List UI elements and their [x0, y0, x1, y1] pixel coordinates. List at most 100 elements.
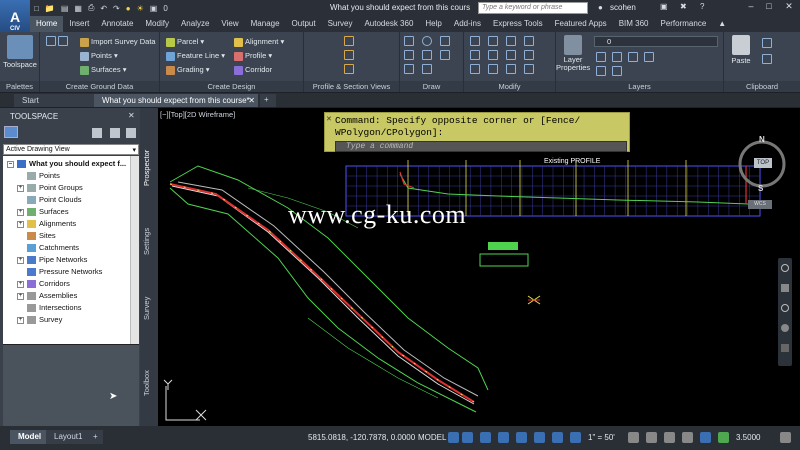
surfaces-button[interactable]: Surfaces ▾ [80, 64, 126, 75]
tin-icon[interactable] [58, 36, 68, 46]
pan-icon[interactable] [781, 284, 789, 292]
tree-item-points[interactable]: Points [17, 170, 60, 182]
tree-item-catchments[interactable]: Catchments [17, 242, 79, 254]
tab-modify[interactable]: Modify [139, 16, 175, 32]
model-space-toggle[interactable]: MODEL [418, 433, 446, 442]
help-icon[interactable]: ? [700, 2, 704, 11]
viewport-controls[interactable]: [−][Top][2D Wireframe] [160, 110, 235, 119]
tree-item-pressure-networks[interactable]: Pressure Networks [17, 266, 102, 278]
customization-icon[interactable] [780, 432, 791, 443]
corridor-button[interactable]: Corridor [234, 64, 272, 75]
expand-icon[interactable]: + [17, 184, 24, 192]
array-icon[interactable] [506, 64, 516, 74]
tab-toolbox[interactable]: Toolbox [142, 360, 156, 406]
line-icon[interactable] [404, 36, 414, 46]
layer-previous-icon[interactable] [612, 66, 622, 76]
compass-south[interactable]: S [758, 184, 763, 193]
current-drawing-tab[interactable]: What you should expect from this course*… [94, 94, 258, 107]
maximize-icon[interactable]: □ [760, 1, 778, 14]
expand-icon[interactable]: + [17, 220, 24, 228]
tree-item-corridors[interactable]: + Corridors [17, 278, 70, 290]
toolspace-tool-icon-1[interactable] [92, 128, 102, 138]
lineweight-icon[interactable] [534, 432, 545, 443]
tree-item-point-clouds[interactable]: Point Clouds [17, 194, 82, 206]
arc-icon[interactable] [404, 50, 414, 60]
status-value[interactable]: 3.5000 [736, 433, 760, 442]
grid-icon[interactable] [448, 432, 459, 443]
help-search-input[interactable]: Type a keyword or phrase [478, 2, 588, 14]
hatch-icon[interactable] [440, 50, 450, 60]
expand-icon[interactable]: + [17, 256, 24, 264]
tab-settings[interactable]: Settings [142, 216, 156, 266]
tab-view[interactable]: View [215, 16, 244, 32]
cut-icon[interactable] [762, 38, 772, 48]
close-icon[interactable]: ✕ [780, 1, 798, 14]
tree-item-point-groups[interactable]: + Point Groups [17, 182, 83, 194]
points-button[interactable]: Points ▾ [80, 50, 118, 61]
add-layout-button[interactable]: + [88, 430, 103, 444]
copy-clip-icon[interactable] [762, 54, 772, 64]
ortho-icon[interactable] [480, 432, 491, 443]
tab-model[interactable]: Model [10, 430, 50, 444]
tree-item-sites[interactable]: Sites [17, 230, 56, 242]
snap-icon[interactable] [462, 432, 473, 443]
toolspace-button[interactable]: Toolspace [2, 32, 38, 69]
tab-layout1[interactable]: Layout1 [46, 430, 91, 444]
layer-freeze-icon[interactable] [628, 52, 638, 62]
parcel-button[interactable]: Parcel ▾ [166, 36, 204, 47]
active-drawing-view-dropdown[interactable]: Active Drawing View ▾ [3, 144, 139, 155]
tab-autodesk-360[interactable]: Autodesk 360 [358, 16, 419, 32]
polyline-icon[interactable] [440, 36, 450, 46]
layer-dropdown[interactable]: 0 [594, 36, 718, 47]
zoom-icon[interactable] [781, 304, 789, 312]
alignment-button[interactable]: Alignment ▾ [234, 36, 284, 47]
import-survey-data-button[interactable]: Import Survey Data [80, 36, 156, 47]
tree-item-assemblies[interactable]: + Assemblies [17, 290, 77, 302]
expand-icon[interactable]: + [17, 292, 24, 300]
wcs-menu[interactable]: WCS [748, 200, 772, 209]
command-line-close-icon[interactable]: ✕ [326, 115, 332, 123]
tab-manage[interactable]: Manage [245, 16, 286, 32]
application-menu-button[interactable]: A CIV [0, 0, 30, 34]
tab-output[interactable]: Output [286, 16, 322, 32]
tab-add-ins[interactable]: Add-ins [448, 16, 487, 32]
layer-properties-button[interactable]: Layer Properties [556, 32, 590, 72]
tab-featured-apps[interactable]: Featured Apps [549, 16, 613, 32]
qat-layer-value[interactable]: 0 [163, 4, 203, 13]
user-name[interactable]: scohen [610, 3, 636, 12]
tree-item-survey[interactable]: + Survey [17, 314, 62, 326]
quick-properties-icon[interactable] [682, 432, 693, 443]
explode-icon[interactable] [524, 50, 534, 60]
mirror-icon[interactable] [488, 50, 498, 60]
print-icon[interactable]: ⎙ [88, 3, 94, 13]
ellipse-icon[interactable] [422, 64, 432, 74]
layer-iso-icon[interactable] [596, 52, 606, 62]
toolspace-tool-icon-2[interactable] [110, 128, 120, 138]
profile-view-icon[interactable] [344, 36, 354, 46]
survey-icon[interactable] [46, 36, 56, 46]
saveas-icon[interactable]: ▦ [74, 4, 82, 13]
start-tab[interactable]: Start [14, 94, 94, 107]
command-input[interactable]: Type a command [335, 141, 627, 152]
osnap-icon[interactable] [516, 432, 527, 443]
open-icon[interactable]: 📁 [45, 4, 55, 13]
paste-button[interactable]: Paste [726, 32, 756, 65]
redo-icon[interactable]: ↷ [113, 4, 120, 13]
tab-survey-side[interactable]: Survey [142, 288, 156, 328]
expand-icon[interactable]: + [17, 316, 24, 324]
hardware-acceleration-icon[interactable] [718, 432, 729, 443]
new-icon[interactable]: □ [34, 4, 39, 13]
user-icon[interactable]: ● [598, 3, 603, 12]
tab-express-tools[interactable]: Express Tools [487, 16, 549, 32]
toolspace-tool-icon-3[interactable] [126, 128, 136, 138]
annotation-visibility-icon[interactable] [570, 432, 581, 443]
rotate-icon[interactable] [488, 36, 498, 46]
minimize-icon[interactable]: – [742, 1, 760, 14]
circle-icon[interactable] [422, 36, 432, 46]
save-icon[interactable]: ▤ [61, 4, 69, 13]
tree-item-surfaces[interactable]: + Surfaces [17, 206, 69, 218]
drawing-canvas[interactable]: [−][Top][2D Wireframe] ✕ Command: Specif… [158, 108, 800, 426]
annomonitor-icon[interactable] [646, 432, 657, 443]
compass-north[interactable]: N [759, 135, 765, 144]
tab-help[interactable]: Help [419, 16, 447, 32]
